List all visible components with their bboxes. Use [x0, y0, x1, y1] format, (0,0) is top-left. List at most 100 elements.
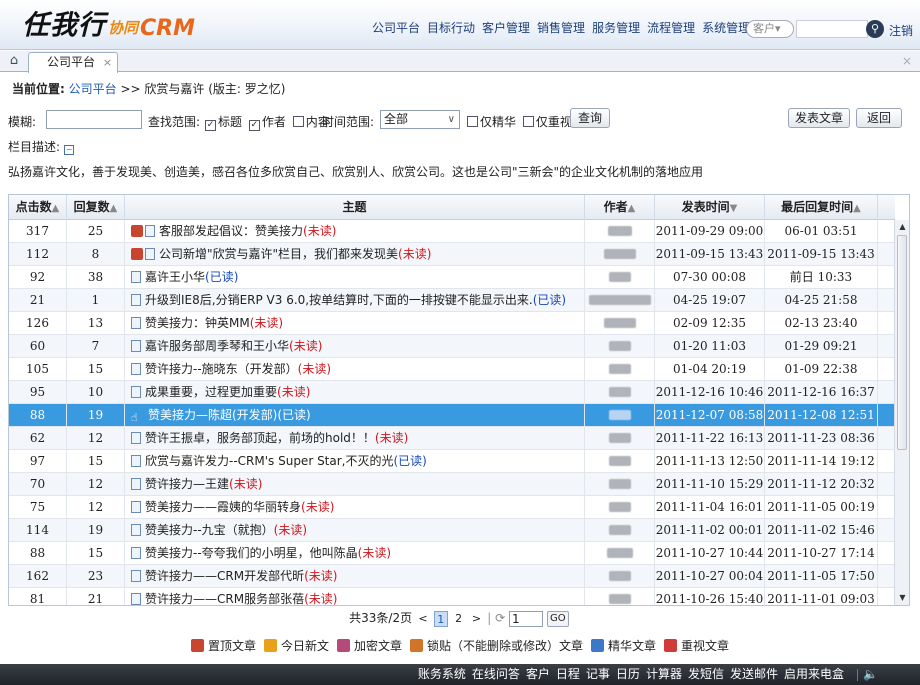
page-1-button[interactable]: 1: [433, 610, 448, 627]
nav-item[interactable]: 客户管理: [482, 19, 530, 36]
quick-tool-link[interactable]: 计算器: [646, 664, 682, 685]
tab-company-platform[interactable]: 公司平台 ×: [28, 52, 118, 73]
post-title-cell[interactable]: 升级到IE8后,分销ERP V3 6.0,按单结算时,下面的一排按键不能显示出来…: [125, 289, 585, 311]
post-title-link[interactable]: 赞美接力--夸夸我们的小明星，他叫陈晶: [145, 546, 358, 560]
table-row[interactable]: 97 15 欣赏与嘉许发力--CRM's Super Star,不灭的光(已读) 20…: [9, 450, 895, 473]
only-featured-checkbox[interactable]: [467, 116, 478, 127]
nav-item[interactable]: 服务管理: [592, 19, 640, 36]
post-title-link[interactable]: 公司新增"欣赏与嘉许"栏目，我们都来发现美: [159, 247, 398, 261]
post-title-link[interactable]: 赞美接力--九宝（就抱）: [145, 523, 274, 537]
post-title-link[interactable]: 嘉许服务部周季琴和王小华: [145, 339, 289, 353]
scope-title-checkbox[interactable]: ✓: [205, 120, 216, 131]
post-title-link[interactable]: 升级到IE8后,分销ERP V3 6.0,按单结算时,下面的一排按键不能显示出来…: [145, 293, 533, 307]
post-title-link[interactable]: 赞美接力—陈超(开发部): [148, 408, 277, 422]
table-row[interactable]: 21 1 升级到IE8后,分销ERP V3 6.0,按单结算时,下面的一排按键不能显…: [9, 289, 895, 312]
scope-author-checkbox[interactable]: ✓: [248, 120, 260, 131]
post-title-cell[interactable]: 赞许接力——CRM服务部张蓓(未读): [125, 588, 585, 605]
table-row[interactable]: 105 15 赞许接力--施晓东（开发部）(未读) 01-04 20:19 01-09 …: [9, 358, 895, 381]
search-icon[interactable]: ⚲: [866, 20, 884, 38]
page-number-input[interactable]: 1: [509, 610, 544, 627]
post-title-link[interactable]: 赞美接力——霞姨的华丽转身: [145, 500, 301, 514]
nav-item[interactable]: 公司平台: [372, 19, 420, 36]
post-title-cell[interactable]: ☝ 赞美接力—陈超(开发部)(已读): [125, 404, 585, 426]
table-row[interactable]: 95 10 成果重要，过程更加重要(未读) 2011-12-16 10:46 2011-…: [9, 381, 895, 404]
table-row[interactable]: 88 19 ☝ 赞美接力—陈超(开发部)(已读) 2011-12-07 08:58 201…: [9, 404, 895, 427]
quick-tool-link[interactable]: 记事: [586, 664, 610, 685]
post-title-cell[interactable]: 客服部发起倡议：赞美接力(未读): [125, 220, 585, 242]
post-title-cell[interactable]: 赞许接力——CRM开发部代昕(未读): [125, 565, 585, 587]
speaker-icon[interactable]: 🔈: [863, 664, 878, 685]
quick-tool-link[interactable]: 发送邮件: [730, 664, 778, 685]
post-title-link[interactable]: 赞许王振卓，服务部顶起，前场的hold！！: [145, 431, 375, 445]
table-row[interactable]: 81 21 赞许接力——CRM服务部张蓓(未读) 2011-10-26 15:40 20…: [9, 588, 895, 605]
post-title-cell[interactable]: 公司新增"欣赏与嘉许"栏目，我们都来发现美(未读): [125, 243, 585, 265]
go-button[interactable]: GO: [546, 610, 569, 627]
post-title-link[interactable]: 赞许接力--施晓东（开发部）: [145, 362, 298, 376]
post-title-cell[interactable]: 赞美接力：钟英MM(未读): [125, 312, 585, 334]
post-title-link[interactable]: 欣赏与嘉许发力--CRM's Super Star,不灭的光: [145, 454, 394, 468]
scope-content-checkbox[interactable]: [292, 116, 304, 127]
column-header[interactable]: 回复数▲: [67, 195, 125, 220]
next-page-button[interactable]: >: [469, 611, 483, 627]
quick-tool-link[interactable]: 发短信: [688, 664, 724, 685]
table-row[interactable]: 112 8 公司新增"欣赏与嘉许"栏目，我们都来发现美(未读) 2011-09-15 …: [9, 243, 895, 266]
post-title-link[interactable]: 赞许接力—王建: [145, 477, 229, 491]
table-row[interactable]: 162 23 赞许接力——CRM开发部代昕(未读) 2011-10-27 00:04 2…: [9, 565, 895, 588]
logout-link[interactable]: 注销: [889, 22, 913, 39]
collapse-icon[interactable]: −: [64, 145, 75, 155]
refresh-icon[interactable]: ⟳: [495, 611, 505, 625]
time-range-select[interactable]: 全部 ∨: [380, 110, 460, 129]
breadcrumb-link[interactable]: 公司平台: [69, 82, 117, 96]
post-title-cell[interactable]: 赞许王振卓，服务部顶起，前场的hold！！(未读): [125, 427, 585, 449]
scroll-down-icon[interactable]: ▼: [895, 591, 909, 605]
table-row[interactable]: 114 19 赞美接力--九宝（就抱）(未读) 2011-11-02 00:01 201…: [9, 519, 895, 542]
table-row[interactable]: 62 12 赞许王振卓，服务部顶起，前场的hold！！(未读) 2011-11-22 …: [9, 427, 895, 450]
column-header[interactable]: 作者▲: [585, 195, 655, 220]
column-header[interactable]: 点击数▲: [9, 195, 67, 220]
column-header[interactable]: 发表时间▼: [655, 195, 765, 220]
column-header[interactable]: 主题: [125, 195, 585, 220]
post-title-cell[interactable]: 赞许接力--施晓东（开发部）(未读): [125, 358, 585, 380]
post-title-link[interactable]: 赞许接力——CRM开发部代昕: [145, 569, 304, 583]
tab-close-icon[interactable]: ×: [103, 56, 112, 69]
table-row[interactable]: 60 7 嘉许服务部周季琴和王小华(未读) 01-20 11:03 01-29 09:2…: [9, 335, 895, 358]
post-title-link[interactable]: 客服部发起倡议：赞美接力: [159, 224, 303, 238]
nav-item[interactable]: 目标行动: [427, 19, 475, 36]
quick-tool-link[interactable]: 日程: [556, 664, 580, 685]
post-title-cell[interactable]: 嘉许服务部周季琴和王小华(未读): [125, 335, 585, 357]
nav-item[interactable]: 流程管理: [647, 19, 695, 36]
post-title-cell[interactable]: 赞美接力--九宝（就抱）(未读): [125, 519, 585, 541]
back-button[interactable]: 返回: [856, 108, 902, 128]
post-title-link[interactable]: 赞美接力：钟英MM: [145, 316, 250, 330]
search-scope-select[interactable]: 客户▾: [746, 20, 794, 38]
post-title-link[interactable]: 成果重要，过程更加重要: [145, 385, 277, 399]
scrollbar-thumb[interactable]: [897, 235, 907, 450]
table-row[interactable]: 126 13 赞美接力：钟英MM(未读) 02-09 12:35 02-13 23:40: [9, 312, 895, 335]
scroll-up-icon[interactable]: ▲: [895, 220, 909, 234]
post-article-button[interactable]: 发表文章: [788, 108, 850, 128]
vertical-scrollbar[interactable]: ▲ ▼: [894, 220, 909, 605]
home-icon[interactable]: ⌂: [4, 53, 24, 70]
page-2-button[interactable]: 2: [452, 611, 466, 627]
post-title-link[interactable]: 赞许接力——CRM服务部张蓓: [145, 592, 304, 605]
table-row[interactable]: 88 15 赞美接力--夸夸我们的小明星，他叫陈晶(未读) 2011-10-27 10…: [9, 542, 895, 565]
post-title-link[interactable]: 嘉许王小华: [145, 270, 205, 284]
post-title-cell[interactable]: 成果重要，过程更加重要(未读): [125, 381, 585, 403]
nav-item[interactable]: 系统管理: [702, 19, 750, 36]
fuzzy-search-input[interactable]: [46, 110, 142, 129]
table-row[interactable]: 317 25 客服部发起倡议：赞美接力(未读) 2011-09-29 09:00 06-…: [9, 220, 895, 243]
global-search-input[interactable]: [796, 20, 868, 38]
quick-tool-link[interactable]: 账务系统: [418, 664, 466, 685]
post-title-cell[interactable]: 嘉许王小华(已读): [125, 266, 585, 288]
query-button[interactable]: 查询: [570, 108, 610, 128]
table-row[interactable]: 75 12 赞美接力——霞姨的华丽转身(未读) 2011-11-04 16:01 201…: [9, 496, 895, 519]
nav-item[interactable]: 销售管理: [537, 19, 585, 36]
only-important-checkbox[interactable]: [522, 116, 534, 127]
prev-page-button[interactable]: <: [416, 611, 430, 627]
close-panel-icon[interactable]: ×: [902, 54, 912, 68]
post-title-cell[interactable]: 欣赏与嘉许发力--CRM's Super Star,不灭的光(已读): [125, 450, 585, 472]
quick-tool-link[interactable]: 启用来电盒: [784, 664, 844, 685]
post-title-cell[interactable]: 赞美接力--夸夸我们的小明星，他叫陈晶(未读): [125, 542, 585, 564]
column-header[interactable]: 最后回复时间▲: [765, 195, 878, 220]
post-title-cell[interactable]: 赞美接力——霞姨的华丽转身(未读): [125, 496, 585, 518]
